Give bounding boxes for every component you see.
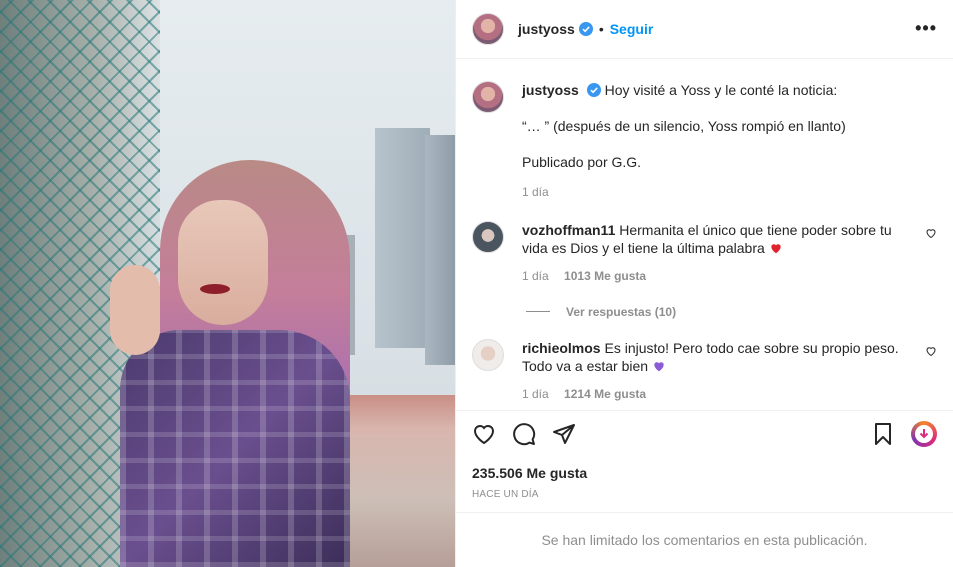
comments-list[interactable]: justyoss Hoy visité a Yoss y le conté la… [456,59,953,408]
avatar[interactable] [472,80,504,113]
comment-meta: 1 día 1013 Me gusta [522,267,909,285]
more-options-icon[interactable]: ••• [915,18,937,39]
caption-time[interactable]: 1 día [522,183,909,201]
bookmark-icon[interactable] [871,422,895,446]
photo-hand [110,265,160,355]
photo-face [178,200,268,325]
comment-time[interactable]: 1 día [522,387,549,401]
red-heart-emoji-icon [771,244,781,254]
caption-line: Hoy visité a Yoss y le conté la noticia: [604,81,838,98]
like-comment-icon[interactable] [925,345,937,357]
comment-time[interactable]: 1 día [522,269,549,283]
avatar[interactable] [472,12,504,45]
photo-tower [375,128,430,348]
caption-line: “… ” (después de un silencio, Yoss rompi… [522,117,846,134]
header-separator: • [598,20,604,37]
caption-username[interactable]: justyoss [522,82,579,98]
replies-divider [526,311,550,313]
comment-body: vozhoffman11 Hermanita el único que tien… [522,221,937,285]
post-likes-count[interactable]: 235.506 Me gusta [456,457,953,481]
purple-heart-emoji-icon [654,362,664,372]
post-header: justyoss • Seguir ••• [456,0,953,59]
header-username[interactable]: justyoss [518,21,575,37]
download-extension-icon[interactable] [911,420,937,447]
comment-likes[interactable]: 1013 Me gusta [564,269,646,283]
post-side-panel: justyoss • Seguir ••• justyoss Hoy visit… [455,0,953,567]
post-photo[interactable] [0,0,455,567]
caption-line: Publicado por G.G. [522,153,642,170]
comment-likes[interactable]: 1214 Me gusta [564,387,646,401]
like-heart-icon[interactable] [472,422,496,446]
photo-shirt [120,330,350,567]
comment-username[interactable]: richieolmos [522,340,601,356]
view-replies-button[interactable]: Ver respuestas (10) [526,305,937,319]
share-paper-plane-icon[interactable] [552,422,576,446]
comment-item: richieolmos Es injusto! Pero todo cae so… [472,338,937,403]
comment-item: vozhoffman11 Hermanita el único que tien… [472,220,937,285]
photo-tower [425,135,455,365]
comment-bubble-icon[interactable] [512,422,536,446]
comment-body: richieolmos Es injusto! Pero todo cae so… [522,339,937,403]
caption: justyoss Hoy visité a Yoss y le conté la… [472,80,937,201]
post-actions-right [871,420,937,447]
avatar[interactable] [472,338,504,371]
comment-username[interactable]: vozhoffman11 [522,222,615,238]
post-actions [456,409,953,457]
post-modal: justyoss • Seguir ••• justyoss Hoy visit… [0,0,953,567]
comments-limited-notice: Se han limitado los comentarios en esta … [456,512,953,567]
post-time-ago[interactable]: HACE UN DÍA [456,481,953,512]
caption-body: justyoss Hoy visité a Yoss y le conté la… [522,81,937,201]
comment-meta: 1 día 1214 Me gusta [522,385,909,403]
like-comment-icon[interactable] [925,227,937,239]
verified-badge-icon [586,82,601,97]
follow-button[interactable]: Seguir [610,21,654,37]
photo-lips [200,284,230,294]
avatar[interactable] [472,220,504,253]
download-arrow-icon [915,424,933,443]
replies-label: Ver respuestas (10) [566,304,677,319]
verified-badge-icon [578,21,593,36]
